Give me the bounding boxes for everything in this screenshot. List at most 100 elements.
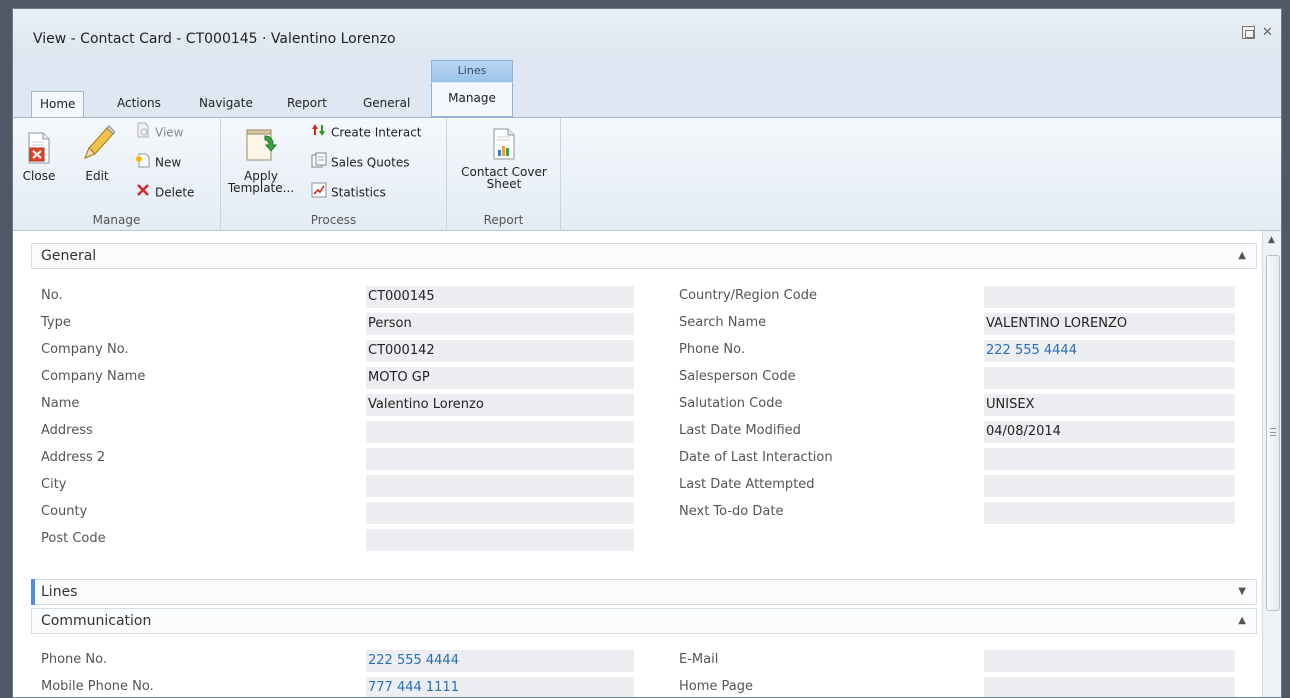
tab-manage[interactable]: Manage <box>431 83 513 117</box>
value-comm-phone-no-link[interactable]: 222 555 4444 <box>366 650 634 672</box>
value-date-of-last-interaction <box>984 448 1235 470</box>
label-phone-no: Phone No. <box>679 342 745 357</box>
vertical-scrollbar[interactable]: ▲ <box>1262 231 1281 697</box>
label-address-2: Address 2 <box>41 450 106 465</box>
label-last-date-attempted: Last Date Attempted <box>679 477 815 492</box>
report-group-label: Report <box>483 213 524 227</box>
new-document-icon <box>135 152 151 174</box>
value-last-date-modified: 04/08/2014 <box>984 421 1235 443</box>
tab-general[interactable]: General <box>355 91 418 117</box>
new-button[interactable]: New <box>135 152 181 172</box>
card-content: General ▲ No. CT000145 Type Person Compa… <box>13 231 1262 697</box>
restore-window-icon[interactable] <box>1242 26 1255 39</box>
value-company-no: CT000142 <box>366 340 634 362</box>
thumb-grip-icon <box>1270 428 1276 436</box>
label-comm-phone-no: Phone No. <box>41 652 107 667</box>
ribbon-group-report: Contact Cover Sheet Report <box>447 118 561 231</box>
apply-template-icon <box>227 126 295 166</box>
label-address: Address <box>41 423 93 438</box>
value-post-code <box>366 529 634 551</box>
fasttab-communication-title: Communication <box>41 613 152 629</box>
label-type: Type <box>41 315 71 330</box>
label-salesperson-code: Salesperson Code <box>679 369 796 384</box>
apply-template-button[interactable]: Apply Template... <box>227 126 295 194</box>
sales-quotes-button[interactable]: Sales Quotes <box>311 152 410 172</box>
value-company-name: MOTO GP <box>366 367 634 389</box>
value-salesperson-code <box>984 367 1235 389</box>
fasttab-general[interactable]: General ▲ <box>31 243 1257 269</box>
label-last-date-modified: Last Date Modified <box>679 423 801 438</box>
label-email: E-Mail <box>679 652 719 667</box>
edit-button-label: Edit <box>85 169 109 183</box>
value-search-name: VALENTINO LORENZO <box>984 313 1235 335</box>
value-email <box>984 650 1235 672</box>
value-mobile-phone-no-link[interactable]: 777 444 1111 <box>366 677 634 697</box>
close-button-label: Close <box>22 169 56 183</box>
contact-cover-sheet-button[interactable]: Contact Cover Sheet <box>453 128 555 190</box>
lines-selected-marker <box>31 579 35 605</box>
label-company-no: Company No. <box>41 342 129 357</box>
cover-sheet-label-line2: Sheet <box>486 177 522 191</box>
delete-x-icon <box>135 182 151 204</box>
sales-quotes-icon <box>311 152 327 174</box>
label-no: No. <box>41 288 63 303</box>
value-no: CT000145 <box>366 286 634 308</box>
close-button[interactable]: Close <box>19 132 59 182</box>
close-document-icon <box>19 132 59 166</box>
window-title: View - Contact Card - CT000145 · Valenti… <box>33 31 396 47</box>
value-phone-no-link[interactable]: 222 555 4444 <box>984 340 1235 362</box>
chevron-down-icon[interactable]: ▼ <box>1238 586 1246 597</box>
label-name: Name <box>41 396 80 411</box>
statistics-button[interactable]: Statistics <box>311 182 386 202</box>
chevron-up-icon[interactable]: ▲ <box>1238 250 1246 261</box>
ribbon-group-process: Apply Template... Create Interact Sales … <box>221 118 447 231</box>
up-down-arrows-icon <box>311 122 327 144</box>
fasttab-lines[interactable]: Lines ▼ <box>31 579 1257 605</box>
tab-report[interactable]: Report <box>279 91 335 117</box>
label-mobile-phone-no: Mobile Phone No. <box>41 679 154 694</box>
view-button[interactable]: View <box>135 122 183 142</box>
label-county: County <box>41 504 88 519</box>
value-country-region-code <box>984 286 1235 308</box>
label-post-code: Post Code <box>41 531 106 546</box>
edit-button[interactable]: Edit <box>77 124 117 182</box>
value-city <box>366 475 634 497</box>
tab-actions[interactable]: Actions <box>109 91 169 117</box>
sales-quotes-label: Sales Quotes <box>331 155 410 170</box>
label-city: City <box>41 477 67 492</box>
tab-home[interactable]: Home <box>31 91 85 118</box>
value-salutation-code: UNISEX <box>984 394 1235 416</box>
new-button-label: New <box>155 155 182 170</box>
ribbon-tab-strip: Home Actions Navigate Report General Man… <box>13 83 1281 118</box>
fasttab-communication[interactable]: Communication ▲ <box>31 608 1257 634</box>
scrollbar-thumb[interactable] <box>1266 255 1280 611</box>
tab-navigate[interactable]: Navigate <box>191 91 261 117</box>
scroll-up-arrow-icon[interactable]: ▲ <box>1268 235 1275 245</box>
process-group-label: Process <box>310 213 357 227</box>
statistics-chart-icon <box>311 182 327 204</box>
label-country-region-code: Country/Region Code <box>679 288 817 303</box>
context-tab-header-lines: Lines <box>431 60 513 82</box>
create-interact-label: Create Interact <box>331 125 422 140</box>
chevron-up-icon[interactable]: ▲ <box>1238 615 1246 626</box>
label-home-page: Home Page <box>679 679 753 694</box>
label-date-of-last-interaction: Date of Last Interaction <box>679 450 833 465</box>
create-interact-button[interactable]: Create Interact <box>311 122 422 142</box>
delete-button[interactable]: Delete <box>135 182 194 202</box>
label-search-name: Search Name <box>679 315 767 330</box>
ribbon: Close Edit View New Delete Manage Apply … <box>13 117 1281 231</box>
fasttab-general-title: General <box>41 248 97 264</box>
label-company-name: Company Name <box>41 369 146 384</box>
value-home-page <box>984 677 1235 697</box>
value-last-date-attempted <box>984 475 1235 497</box>
view-document-icon <box>135 122 151 144</box>
value-address <box>366 421 634 443</box>
value-name: Valentino Lorenzo <box>366 394 634 416</box>
value-next-todo-date <box>984 502 1235 524</box>
ribbon-group-manage: Close Edit View New Delete Manage <box>13 118 221 231</box>
label-next-todo-date: Next To-do Date <box>679 504 784 519</box>
close-window-icon[interactable]: ✕ <box>1261 26 1274 39</box>
view-button-label: View <box>155 125 184 140</box>
value-type: Person <box>366 313 634 335</box>
delete-button-label: Delete <box>155 185 195 200</box>
